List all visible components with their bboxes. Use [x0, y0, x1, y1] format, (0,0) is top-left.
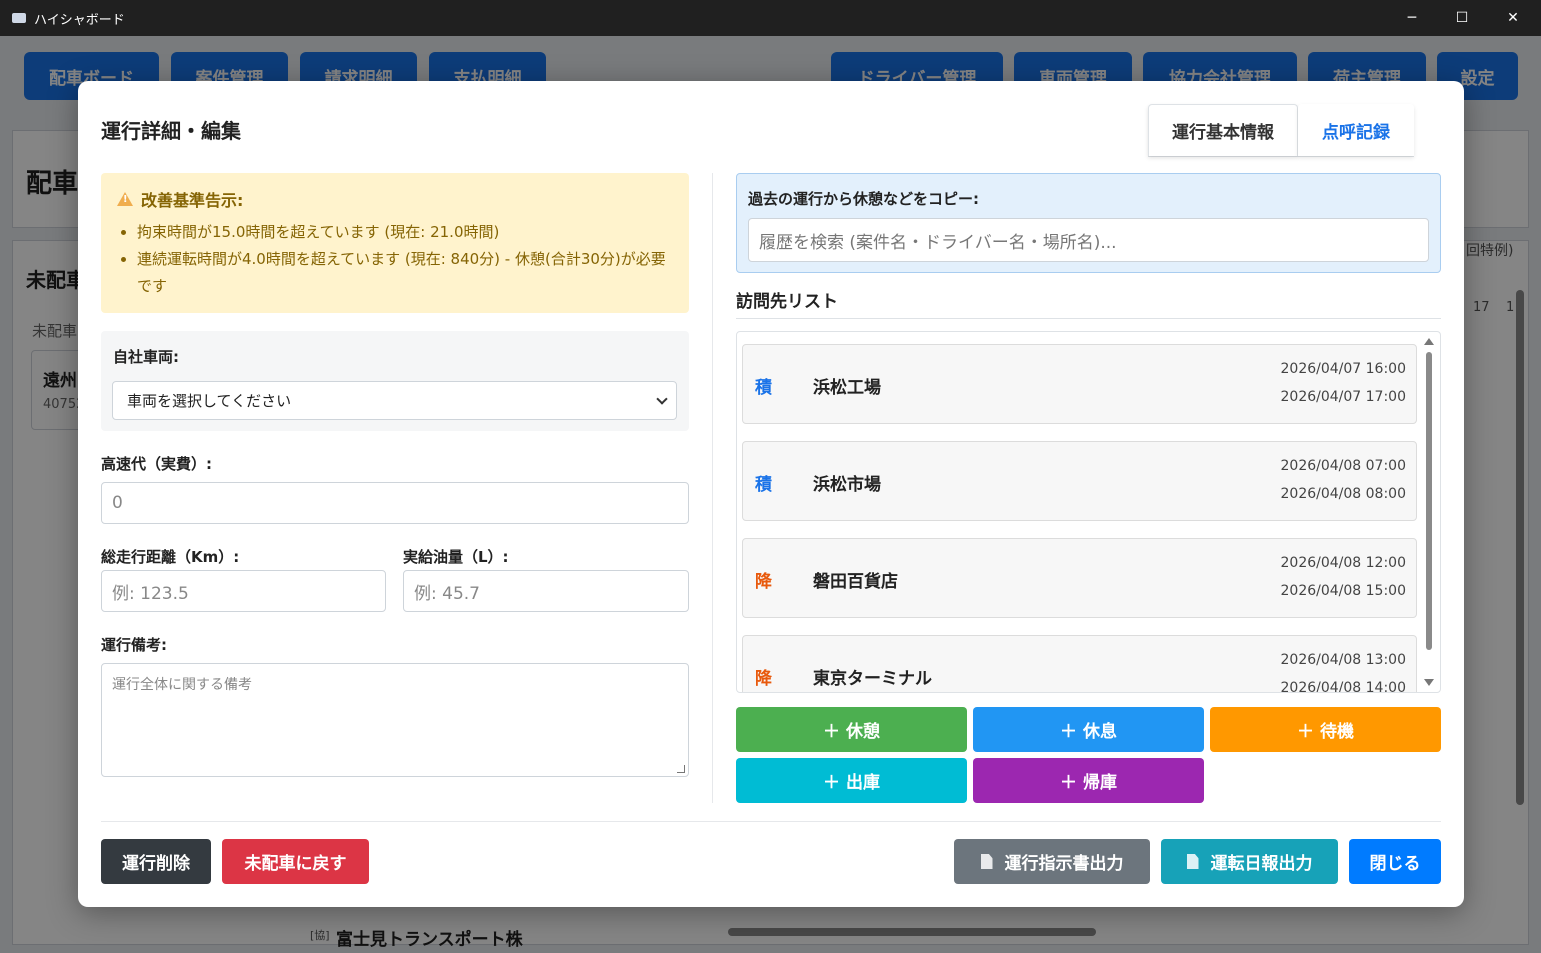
export-instruction-label: 運行指示書出力: [1004, 854, 1124, 874]
scroll-thumb[interactable]: [1426, 352, 1432, 650]
close-window-button[interactable]: ✕: [1490, 0, 1536, 36]
resize-handle-icon[interactable]: [677, 765, 685, 773]
visit-end-time: 2026/04/08 14:00: [1280, 680, 1407, 693]
footer-divider: [101, 821, 1441, 822]
notes-textarea[interactable]: 運行全体に関する備考: [101, 663, 689, 777]
visit-kind: 降: [755, 669, 772, 689]
distance-input[interactable]: 例: 123.5: [101, 570, 386, 612]
visit-end-time: 2026/04/08 08:00: [1280, 486, 1407, 502]
warning-icon: [117, 192, 133, 206]
visit-item[interactable]: 降 磐田百貨店 2026/04/08 12:00 2026/04/08 15:0…: [742, 538, 1417, 618]
add-return-button[interactable]: ＋ 帰庫: [973, 758, 1204, 803]
distance-label: 総走行距離（Km）:: [101, 548, 240, 566]
visit-kind: 積: [755, 378, 772, 398]
visit-end-time: 2026/04/07 17:00: [1280, 389, 1407, 405]
scroll-up-icon[interactable]: [1424, 338, 1434, 345]
add-rest-button[interactable]: ＋ 休憩: [736, 707, 967, 752]
modal-title: 運行詳細・編集: [101, 119, 241, 143]
fuel-input[interactable]: 例: 45.7: [403, 570, 689, 612]
visits-title-underline: [736, 318, 1441, 319]
window-title: ハイシャボード: [34, 12, 125, 28]
run-detail-modal: 運行詳細・編集 運行基本情報 点呼記録 改善基準告示: 拘束時間が15.0時間を…: [78, 81, 1464, 907]
close-modal-button[interactable]: 閉じる: [1349, 839, 1441, 884]
column-divider: [712, 173, 713, 803]
delete-run-button[interactable]: 運行削除: [101, 839, 211, 884]
visit-start-time: 2026/04/08 07:00: [1280, 458, 1407, 474]
chevron-down-icon: [656, 393, 668, 405]
alert-item: 拘束時間が15.0時間を超えています (現在: 21.0時間): [137, 219, 673, 246]
visit-kind: 積: [755, 475, 772, 495]
visit-end-time: 2026/04/08 15:00: [1280, 583, 1407, 599]
scroll-down-icon[interactable]: [1424, 679, 1434, 686]
notes-label: 運行備考:: [101, 636, 167, 654]
vehicle-field-group: 自社車両: 車両を選択してください: [101, 331, 689, 431]
maximize-button[interactable]: ☐: [1439, 0, 1485, 36]
highway-cost-input[interactable]: 0: [101, 482, 689, 524]
visit-list-scrollbar[interactable]: [1424, 332, 1438, 692]
export-daily-report-button[interactable]: 運転日報出力: [1161, 839, 1338, 884]
visit-item[interactable]: 降 東京ターミナル 2026/04/08 13:00 2026/04/08 14…: [742, 635, 1417, 693]
visit-item[interactable]: 積 浜松市場 2026/04/08 07:00 2026/04/08 08:00: [742, 441, 1417, 521]
history-search-input[interactable]: 履歴を検索 (案件名・ドライバー名・場所名)...: [748, 218, 1429, 262]
copy-history-box: 過去の運行から休憩などをコピー: 履歴を検索 (案件名・ドライバー名・場所名).…: [736, 173, 1441, 273]
compliance-alert: 改善基準告示: 拘束時間が15.0時間を超えています (現在: 21.0時間) …: [101, 173, 689, 313]
visit-item[interactable]: 積 浜松工場 2026/04/07 16:00 2026/04/07 17:00: [742, 344, 1417, 424]
add-break-button[interactable]: ＋ 休息: [973, 707, 1204, 752]
visit-start-time: 2026/04/08 13:00: [1280, 652, 1407, 668]
window-titlebar: ハイシャボード: [0, 0, 1541, 36]
add-departure-button[interactable]: ＋ 出庫: [736, 758, 967, 803]
notes-placeholder: 運行全体に関する備考: [112, 677, 252, 693]
visit-start-time: 2026/04/07 16:00: [1280, 361, 1407, 377]
highway-label: 高速代（実費）:: [101, 455, 212, 473]
visit-place: 磐田百貨店: [813, 572, 898, 592]
truck-icon: [12, 13, 26, 23]
minimize-button[interactable]: ─: [1389, 0, 1435, 36]
visit-place: 浜松工場: [813, 378, 881, 398]
tab-roll-call-record[interactable]: 点呼記録: [1298, 104, 1414, 156]
visits-title: 訪問先リスト: [736, 292, 838, 312]
return-to-unassigned-button[interactable]: 未配車に戻す: [222, 839, 369, 884]
visit-place: 東京ターミナル: [813, 669, 932, 689]
alert-heading: 改善基準告示:: [141, 191, 244, 210]
visit-list: 積 浜松工場 2026/04/07 16:00 2026/04/07 17:00…: [736, 331, 1441, 693]
add-wait-button[interactable]: ＋ 待機: [1210, 707, 1441, 752]
vehicle-select-value: 車両を選択してください: [127, 392, 292, 410]
alert-item: 連続運転時間が4.0時間を超えています (現在: 840分) - 休憩(合計30…: [137, 246, 673, 300]
modal-tabs: 運行基本情報 点呼記録: [1148, 104, 1414, 157]
visit-kind: 降: [755, 572, 772, 592]
tab-run-basic-info[interactable]: 運行基本情報: [1148, 104, 1298, 156]
visit-start-time: 2026/04/08 12:00: [1280, 555, 1407, 571]
document-icon: [980, 854, 993, 869]
document-icon: [1186, 854, 1199, 869]
export-daily-report-label: 運転日報出力: [1210, 854, 1313, 874]
export-instruction-button[interactable]: 運行指示書出力: [954, 839, 1150, 884]
copy-label: 過去の運行から休憩などをコピー:: [748, 190, 980, 208]
vehicle-label: 自社車両:: [113, 348, 179, 366]
fuel-label: 実給油量（L）:: [403, 548, 509, 566]
visit-place: 浜松市場: [813, 475, 881, 495]
vehicle-select[interactable]: 車両を選択してください: [112, 381, 677, 420]
